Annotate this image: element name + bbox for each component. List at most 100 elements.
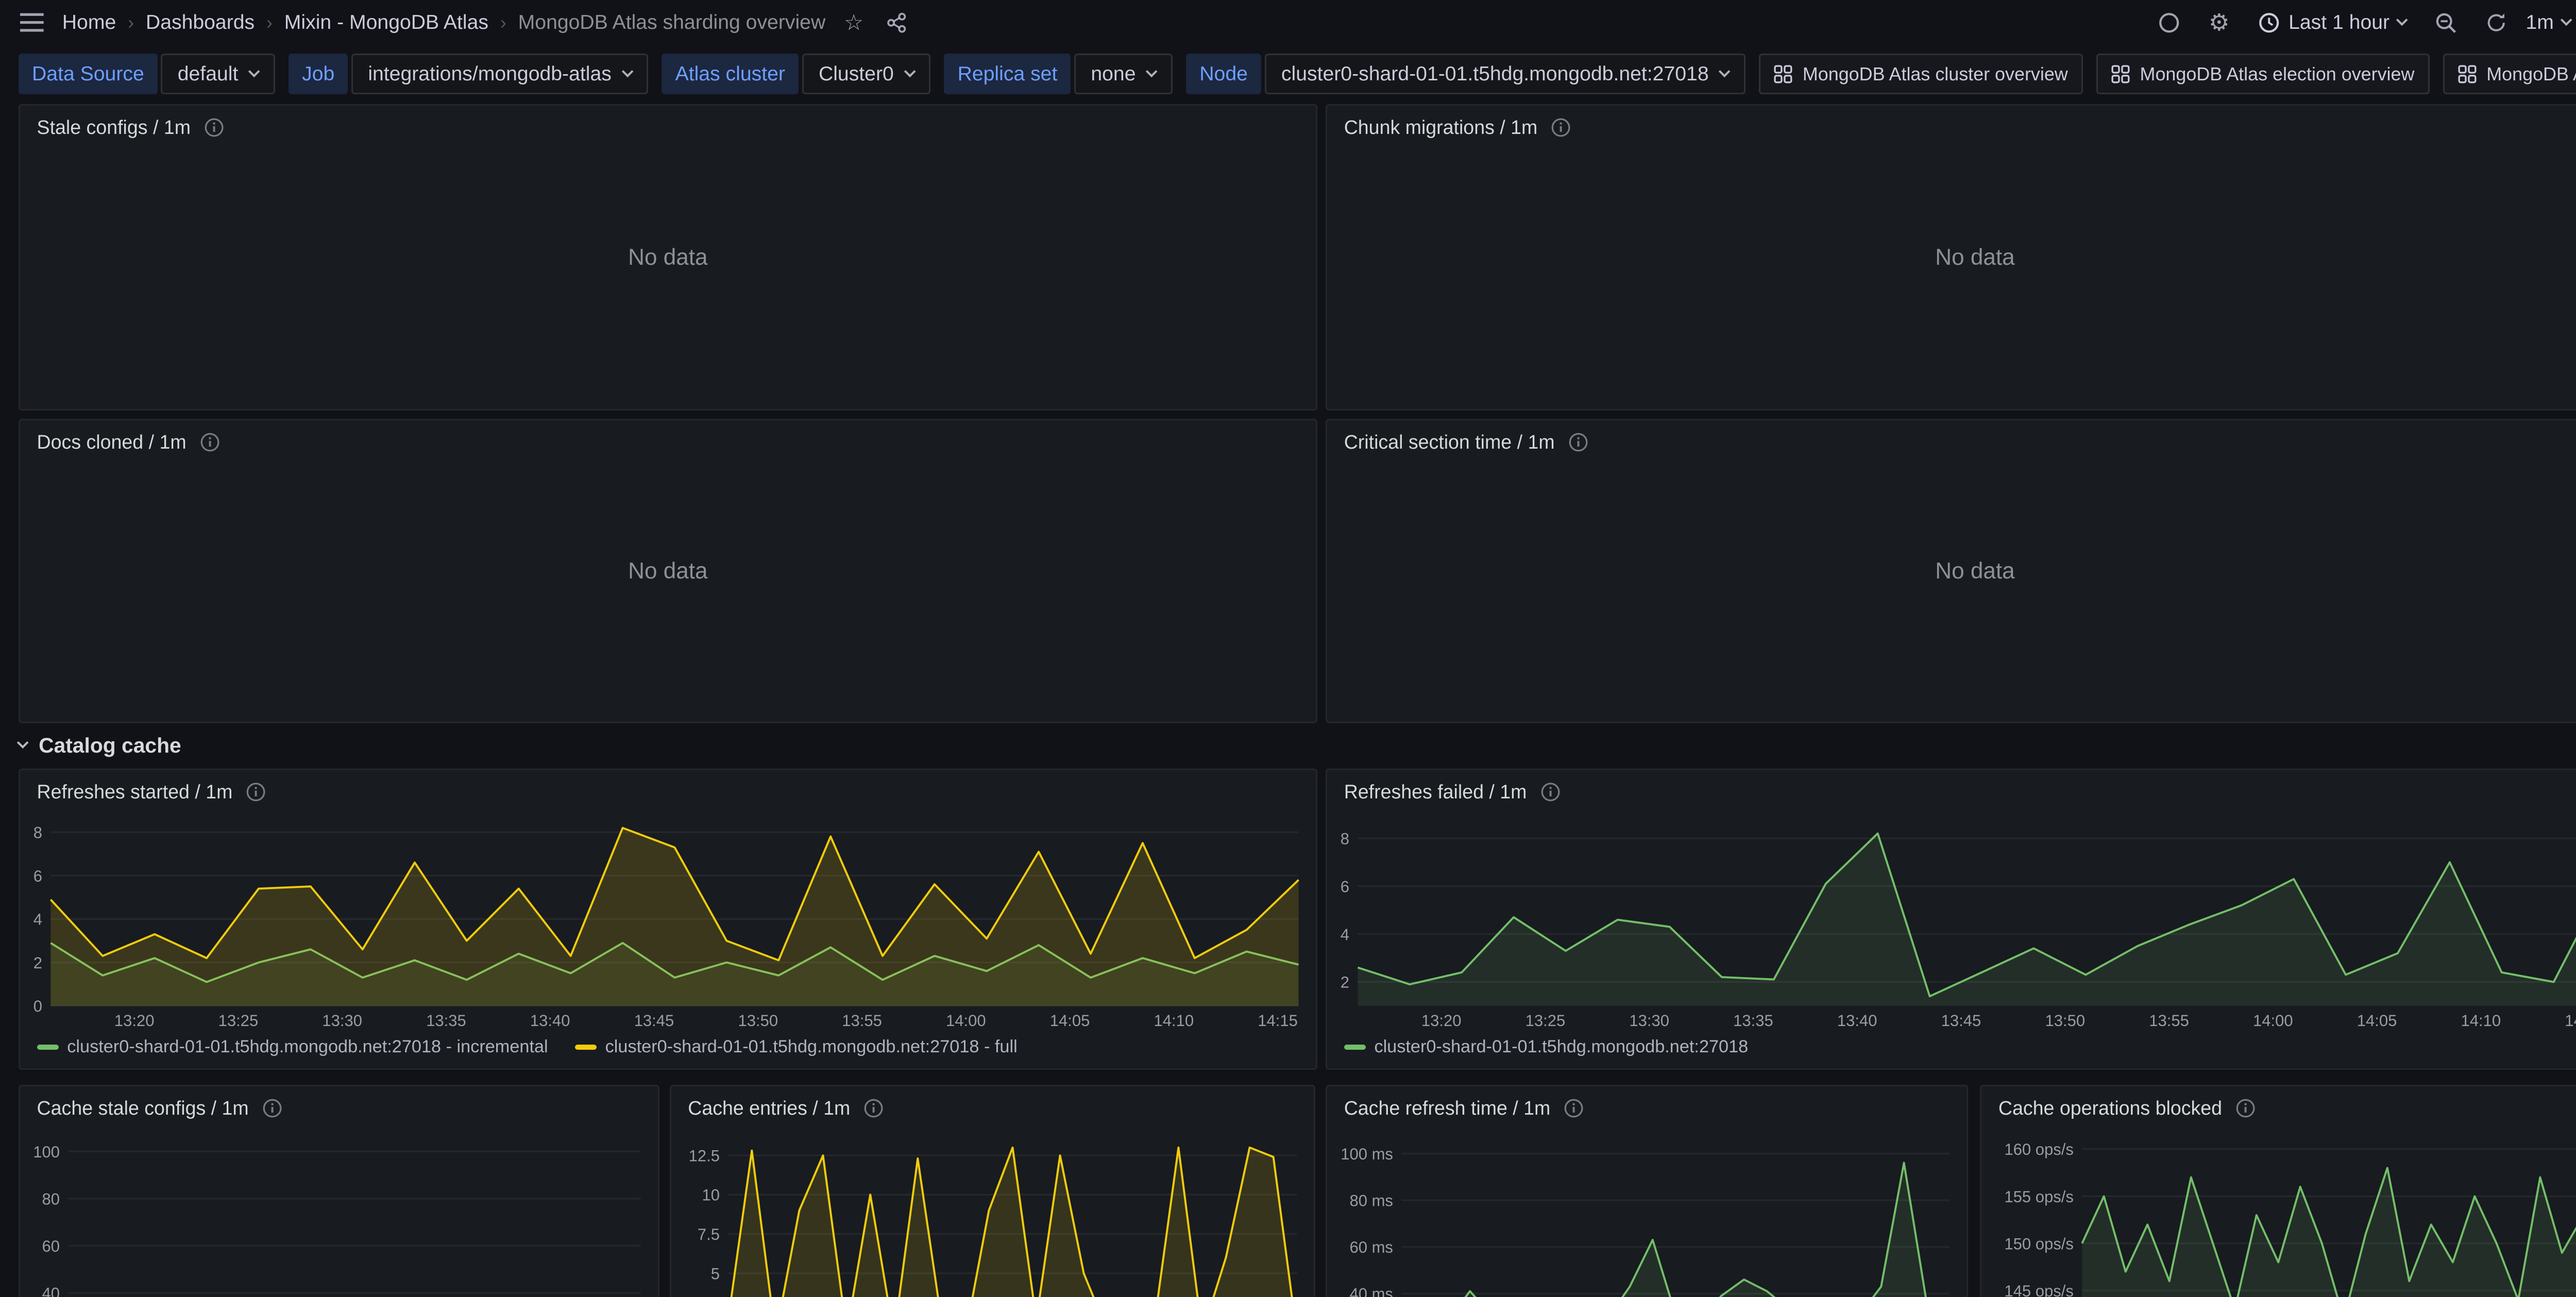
variable-value-dropdown[interactable]: default (161, 54, 275, 94)
settings-button[interactable]: ⚙ (2205, 8, 2233, 38)
time-series-chart[interactable]: 100 ms80 ms60 ms40 ms20 ms (1334, 1127, 1960, 1296)
svg-text:60 ms: 60 ms (1350, 1239, 1393, 1257)
panel-header[interactable]: Refreshes failed / 1m (1327, 770, 2576, 806)
variable-replica-set: Replica set none (944, 54, 1173, 94)
info-circle-icon (2158, 12, 2180, 33)
panel-header[interactable]: Refreshes started / 1m (20, 770, 1316, 806)
time-series-chart[interactable]: 12.5107.552.5 (678, 1127, 1308, 1296)
variable-value-dropdown[interactable]: integrations/mongodb-atlas (351, 54, 648, 94)
svg-text:8: 8 (33, 824, 42, 842)
legend-series-label: cluster0-shard-01-01.t5hdg.mongodb.net:2… (1374, 1037, 1748, 1057)
info-icon[interactable] (1564, 1098, 1584, 1118)
time-series-chart[interactable]: 10080604020 (27, 1127, 651, 1296)
svg-text:155 ops/s: 155 ops/s (2005, 1188, 2074, 1206)
panel-header[interactable]: Cache stale configs / 1m (20, 1086, 658, 1122)
zoom-out-button[interactable] (2432, 8, 2460, 37)
svg-text:13:40: 13:40 (1837, 1012, 1877, 1030)
variable-value-dropdown[interactable]: Cluster0 (802, 54, 931, 94)
panel-cache-refresh-time: Cache refresh time / 1m 100 ms80 ms60 ms… (1326, 1085, 1968, 1296)
info-icon[interactable] (1540, 782, 1561, 802)
panel-cache-entries: Cache entries / 1m 12.5107.552.5 (670, 1085, 1316, 1296)
chevron-down-icon (904, 65, 916, 77)
breadcrumb-dashboards[interactable]: Dashboards (146, 11, 255, 34)
apps-icon (2458, 65, 2477, 83)
chevron-down-icon (248, 65, 260, 77)
dashboard-link-election-overview[interactable]: MongoDB Atlas election overview (2096, 54, 2430, 94)
grafana-dashboard: Home › Dashboards › Mixin - MongoDB Atla… (0, 0, 2576, 1297)
refresh-icon (2485, 12, 2507, 33)
time-series-chart[interactable]: 8642013:2013:2513:3013:3513:4013:4513:50… (27, 811, 1309, 1031)
svg-text:13:35: 13:35 (426, 1012, 466, 1030)
panel-docs-cloned: Docs cloned / 1m No data (19, 419, 1317, 723)
svg-text:80: 80 (42, 1190, 60, 1208)
legend-series-color (37, 1045, 59, 1050)
svg-text:13:50: 13:50 (2045, 1012, 2086, 1030)
top-navigation: Home › Dashboards › Mixin - MongoDB Atla… (0, 0, 2576, 45)
variable-atlas-cluster: Atlas cluster Cluster0 (662, 54, 930, 94)
breadcrumb-separator: › (128, 12, 134, 33)
time-range-label: Last 1 hour (2289, 11, 2389, 34)
no-data-text: No data (1327, 420, 2576, 722)
menu-toggle-button[interactable] (17, 9, 47, 36)
svg-text:145 ops/s: 145 ops/s (2005, 1282, 2074, 1296)
svg-text:160 ops/s: 160 ops/s (2005, 1141, 2074, 1159)
no-data-text: No data (20, 420, 1316, 722)
panel-header[interactable]: Cache entries / 1m (671, 1086, 1314, 1122)
variable-label: Job (289, 54, 348, 94)
svg-text:0: 0 (33, 997, 42, 1015)
share-button[interactable] (882, 8, 910, 37)
dashboard-links: MongoDB Atlas cluster overview MongoDB A… (1759, 54, 2576, 94)
legend-item[interactable]: cluster0-shard-01-01.t5hdg.mongodb.net:2… (575, 1037, 1018, 1057)
panel-header[interactable]: Cache operations blocked (1981, 1086, 2576, 1122)
legend-item[interactable]: cluster0-shard-01-01.t5hdg.mongodb.net:2… (37, 1037, 548, 1057)
panel-cache-stale-configs: Cache stale configs / 1m 10080604020 (19, 1085, 659, 1296)
dashboard-link-cluster-overview[interactable]: MongoDB Atlas cluster overview (1759, 54, 2083, 94)
variable-label: Atlas cluster (662, 54, 799, 94)
svg-text:100: 100 (33, 1143, 60, 1161)
info-icon[interactable] (2235, 1098, 2256, 1118)
variable-data-source: Data Source default (19, 54, 275, 94)
breadcrumb-folder[interactable]: Mixin - MongoDB Atlas (284, 11, 488, 34)
variable-value-dropdown[interactable]: none (1074, 54, 1173, 94)
svg-text:2: 2 (1341, 973, 1349, 991)
svg-text:14:05: 14:05 (1050, 1012, 1090, 1030)
row-toggle-catalog-cache[interactable]: Catalog cache (19, 733, 181, 758)
svg-text:13:40: 13:40 (530, 1012, 570, 1030)
panel-title: Cache stale configs / 1m (37, 1097, 249, 1119)
breadcrumb-separator: › (500, 12, 506, 33)
refresh-button[interactable] (2482, 8, 2511, 37)
panel-stale-configs: Stale configs / 1m No data (19, 104, 1317, 410)
panel-header[interactable]: Cache refresh time / 1m (1327, 1086, 1967, 1122)
info-icon[interactable] (863, 1098, 884, 1118)
zoom-out-icon (2435, 12, 2456, 33)
info-icon[interactable] (262, 1098, 282, 1118)
dashboard-controls: Data Source default Job integrations/mon… (0, 45, 2576, 106)
panel-grid: Stale configs / 1m No data Chunk migrati… (0, 104, 2576, 1296)
legend-item[interactable]: cluster0-shard-01-01.t5hdg.mongodb.net:2… (1344, 1037, 1749, 1057)
svg-text:5: 5 (710, 1265, 719, 1283)
info-icon[interactable] (246, 782, 266, 802)
favorite-button[interactable]: ☆ (841, 8, 867, 37)
no-data-text: No data (1327, 106, 2576, 408)
variable-label: Replica set (944, 54, 1071, 94)
panel-title: Cache refresh time / 1m (1344, 1097, 1551, 1119)
svg-text:14:15: 14:15 (1258, 1012, 1298, 1030)
variable-label: Data Source (19, 54, 158, 94)
svg-text:150 ops/s: 150 ops/s (2005, 1235, 2074, 1253)
chart-legend: cluster0-shard-01-01.t5hdg.mongodb.net:2… (37, 1034, 1302, 1060)
dashboard-link-operations-overview[interactable]: MongoDB Atlas operations overview (2443, 54, 2576, 94)
svg-text:13:35: 13:35 (1733, 1012, 1773, 1030)
time-range-picker[interactable]: Last 1 hour (2255, 8, 2410, 38)
breadcrumb-home[interactable]: Home (62, 11, 116, 34)
time-series-chart[interactable]: 160 ops/s155 ops/s150 ops/s145 ops/s140 … (1988, 1127, 2576, 1296)
panel-title: Refreshes failed / 1m (1344, 781, 1527, 803)
svg-text:40 ms: 40 ms (1350, 1285, 1393, 1296)
star-icon: ☆ (844, 12, 863, 33)
svg-text:40: 40 (42, 1285, 60, 1297)
time-series-chart[interactable]: 864213:2013:2513:3013:3513:4013:4513:501… (1334, 811, 2576, 1031)
svg-text:14:10: 14:10 (2461, 1012, 2501, 1030)
insights-button[interactable] (2155, 8, 2183, 37)
refresh-interval-dropdown[interactable]: 1m (2522, 8, 2574, 38)
variable-value-dropdown[interactable]: cluster0-shard-01-01.t5hdg.mongodb.net:2… (1265, 54, 1746, 94)
panel-title: Cache operations blocked (1998, 1097, 2222, 1119)
